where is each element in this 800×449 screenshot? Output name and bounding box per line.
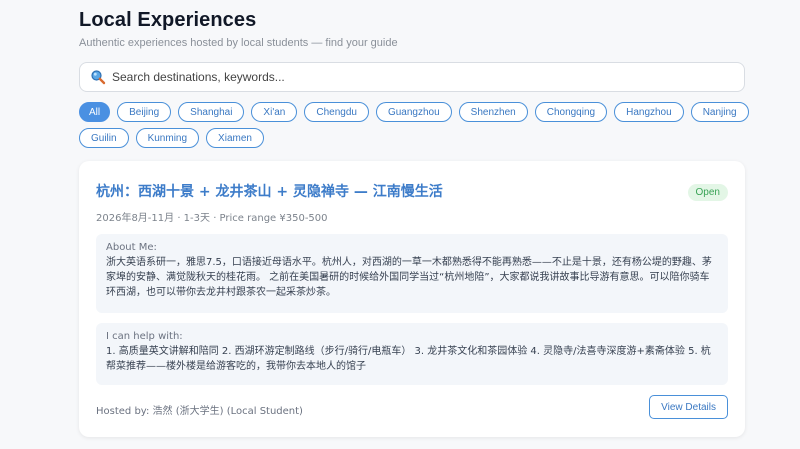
experience-meta: 2026年8月-11月 · 1-3天 · Price range ¥350-50… [96, 213, 328, 224]
filter-chip-shenzhen[interactable]: Shenzhen [458, 102, 528, 122]
city-filters: All Beijing Shanghai Xi'an Chengdu Guang… [79, 102, 749, 154]
filter-chip-hangzhou[interactable]: Hangzhou [614, 102, 684, 122]
help-section: I can help with: 1. 高质量英文讲解和陪同 2. 西湖环游定制… [96, 323, 728, 385]
about-section: About Me: 浙大英语系研一，雅思7.5，口语接近母语水平。杭州人，对西湖… [96, 234, 728, 313]
host-info: Hosted by: 浩然 (浙大学生) (Local Student) [96, 406, 303, 417]
page-title: Local Experiences [79, 9, 257, 31]
about-label: About Me: [106, 242, 157, 253]
filter-chip-nanjing[interactable]: Nanjing [690, 102, 749, 122]
search-bar[interactable] [79, 62, 745, 92]
help-label: I can help with: [106, 331, 183, 342]
experience-title[interactable]: 杭州：西湖十景 + 龙井茶山 + 灵隐禅寺 — 江南慢生活 [96, 181, 443, 201]
page: Local Experiences Authentic experiences … [0, 0, 800, 449]
about-text: 浙大英语系研一，雅思7.5，口语接近母语水平。杭州人，对西湖的一草一木都熟悉得不… [106, 257, 712, 298]
filter-chip-guangzhou[interactable]: Guangzhou [375, 102, 452, 122]
page-subtitle: Authentic experiences hosted by local st… [79, 37, 398, 49]
search-icon [90, 69, 106, 85]
help-text: 1. 高质量英文讲解和陪同 2. 西湖环游定制路线（步行/骑行/电瓶车） 3. … [106, 346, 711, 372]
filter-chip-xian[interactable]: Xi'an [251, 102, 298, 122]
view-details-button[interactable]: View Details [649, 395, 728, 419]
filter-chip-guilin[interactable]: Guilin [79, 128, 129, 148]
filter-chip-chongqing[interactable]: Chongqing [534, 102, 608, 122]
filter-chip-kunming[interactable]: Kunming [135, 128, 200, 148]
filter-row-1: All Beijing Shanghai Xi'an Chengdu Guang… [79, 102, 749, 122]
experience-card: 杭州：西湖十景 + 龙井茶山 + 灵隐禅寺 — 江南慢生活 Open 2026年… [79, 161, 745, 437]
filter-chip-xiamen[interactable]: Xiamen [206, 128, 264, 148]
filter-row-2: Guilin Kunming Xiamen [79, 128, 745, 148]
filter-chip-chengdu[interactable]: Chengdu [304, 102, 369, 122]
search-input[interactable] [112, 70, 712, 84]
filter-chip-all[interactable]: All [79, 102, 111, 122]
status-badge: Open [687, 184, 728, 201]
filter-chip-beijing[interactable]: Beijing [117, 102, 172, 122]
filter-chip-shanghai[interactable]: Shanghai [178, 102, 245, 122]
